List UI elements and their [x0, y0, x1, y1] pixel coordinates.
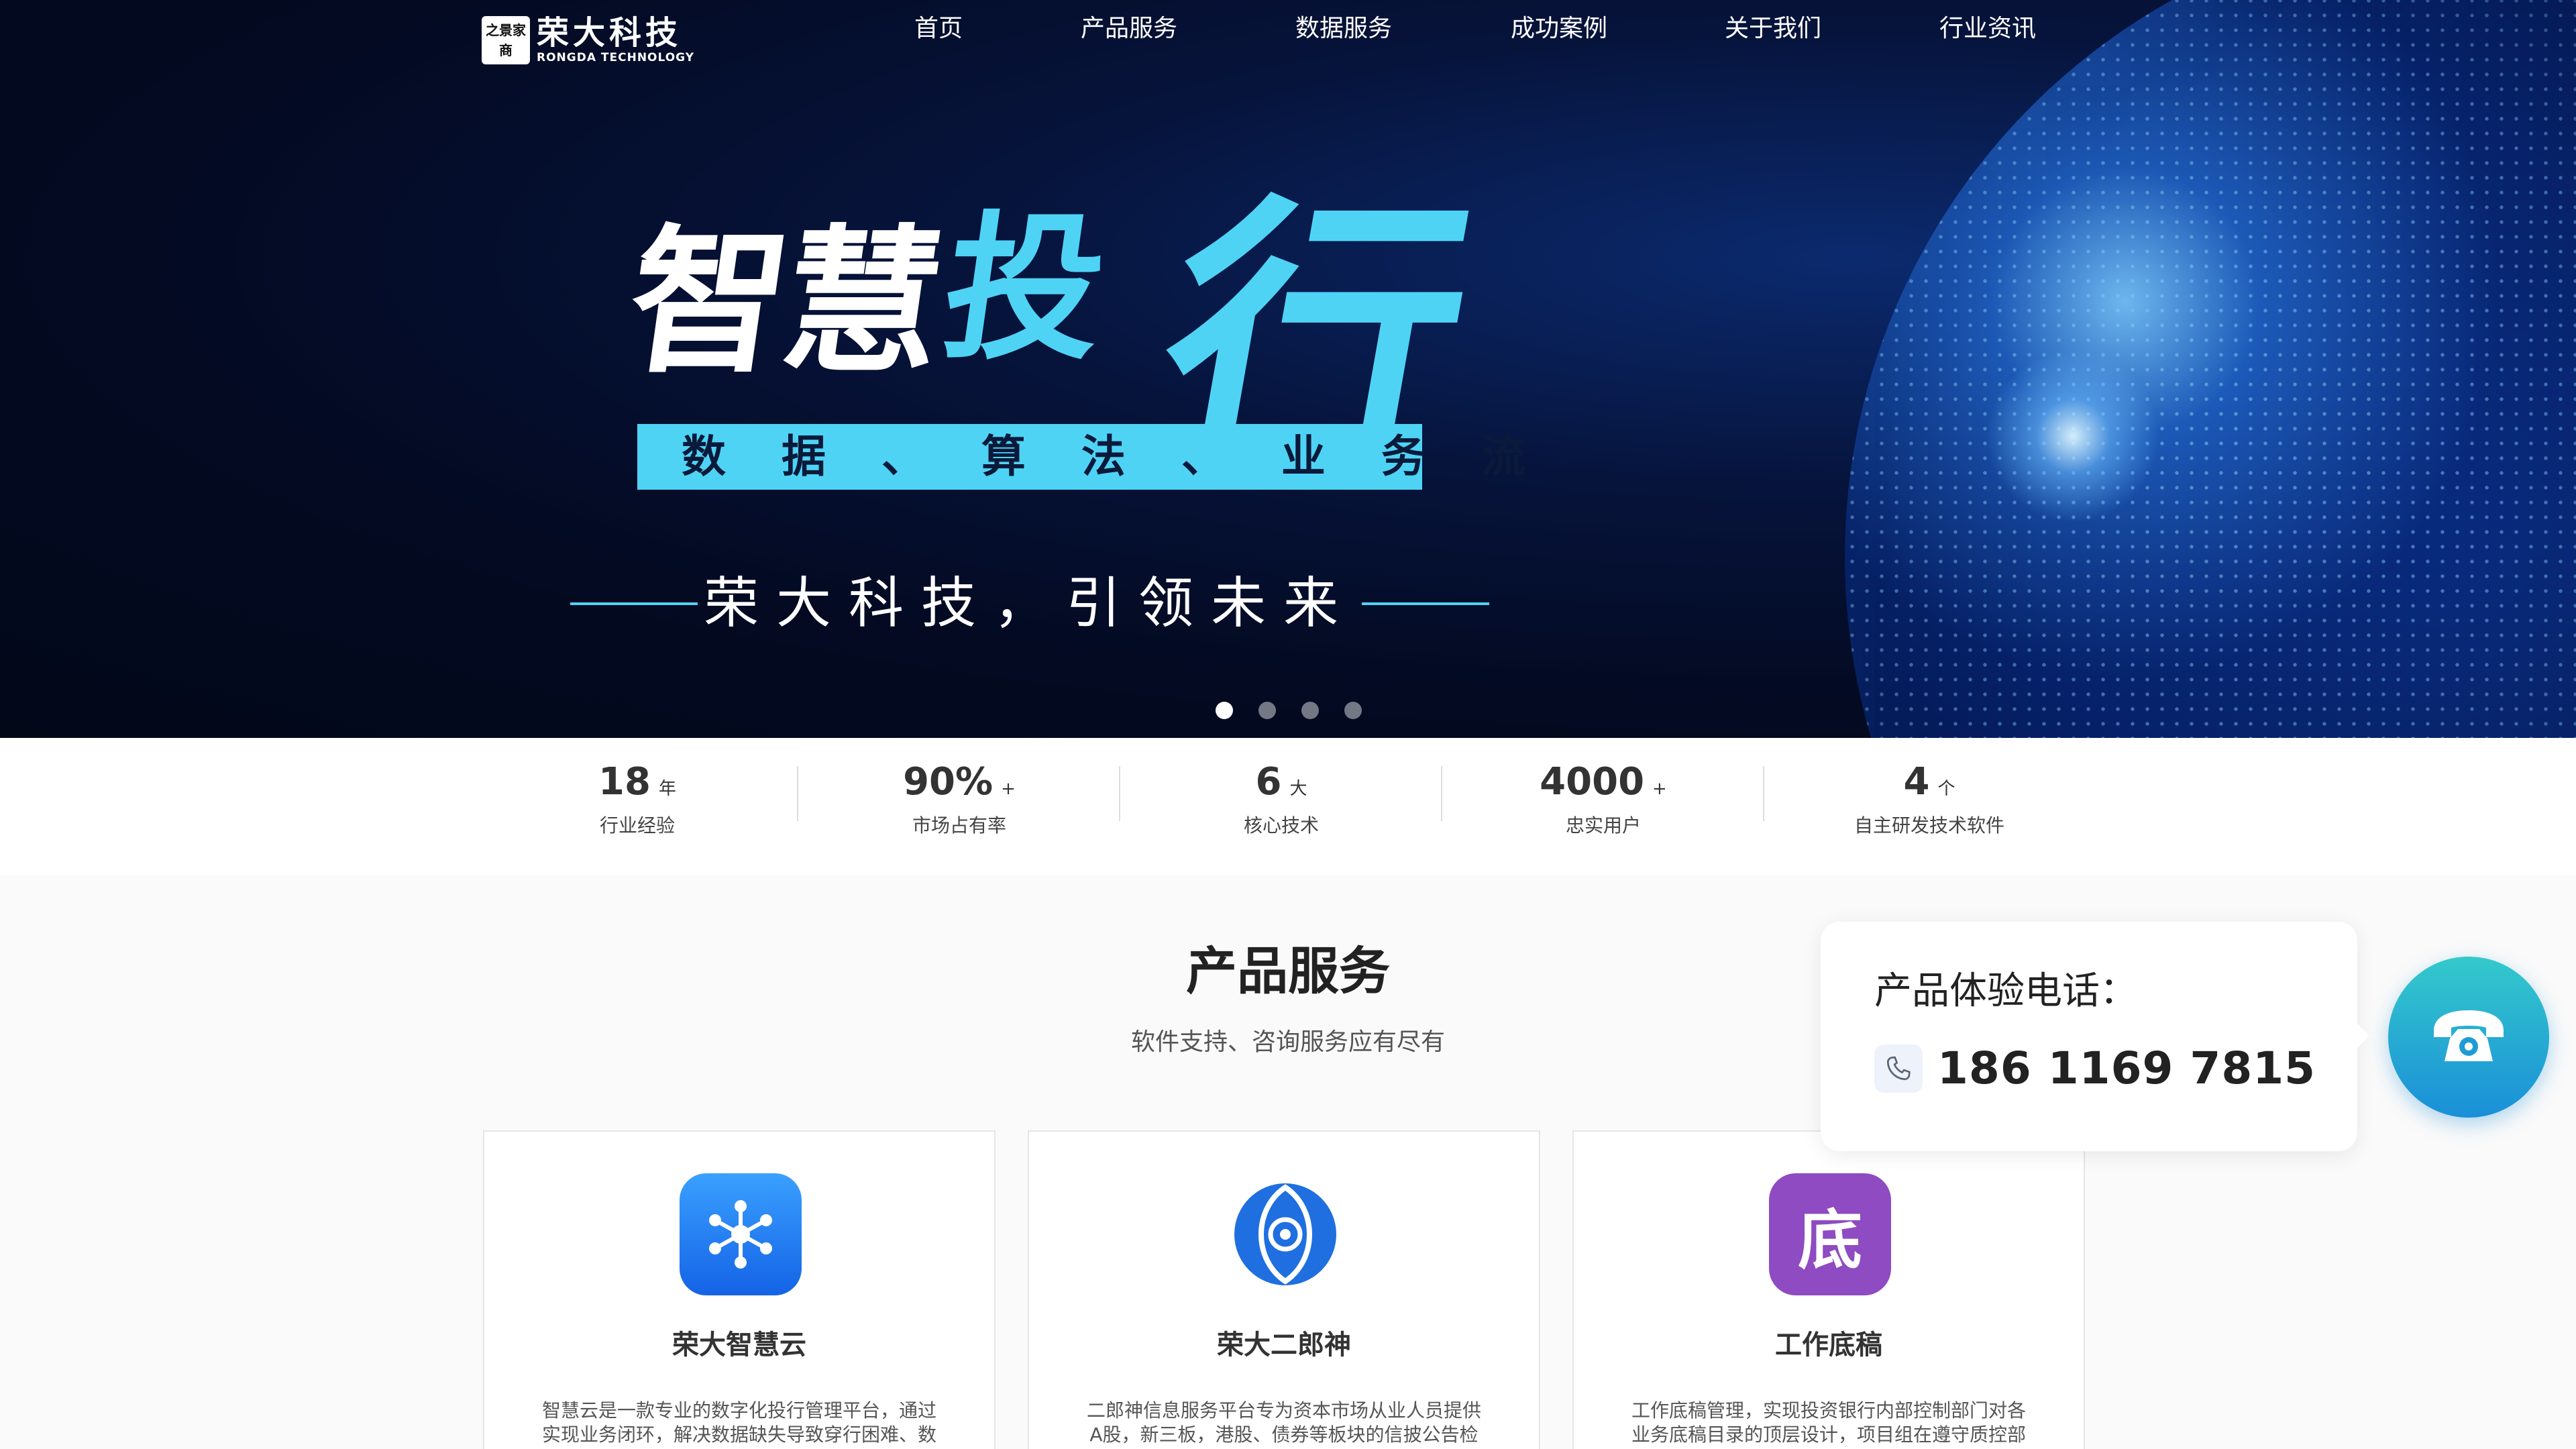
stats-bar: 18 年 行业经验 90% + 市场占有率 6大 核心技术 4000 + 忠实用户 4…	[0, 738, 2576, 875]
di-char-icon: 底	[1769, 1173, 1891, 1295]
stat-experience: 18 年 行业经验	[476, 758, 798, 859]
top-nav: 之景 家商 荣大科技 RONGDA TECHNOLOGY 首页 产品服务 数据服…	[0, 0, 2576, 64]
stat-value: 18	[598, 760, 651, 804]
contact-phone-number[interactable]: 186 1169 7815	[1937, 1040, 2316, 1097]
tagline-text: 荣大科技，引领未来	[703, 572, 1356, 635]
stat-label: 行业经验	[599, 814, 675, 837]
product-card-erlangshen[interactable]: 荣大二郎神 二郎神信息服务平台专为资本市场从业人员提供A股，新三板，港股、债券等…	[1028, 1130, 1540, 1449]
card-title: 荣大二郎神	[1217, 1330, 1351, 1360]
stat-label: 核心技术	[1243, 814, 1319, 837]
stat-label: 市场占有率	[912, 814, 1006, 837]
hero-band: 数 据 、 算 法 、 业 务 流	[637, 424, 1525, 490]
card-description: 二郎神信息服务平台专为资本市场从业人员提供A股，新三板，港股、债券等板块的信披公…	[1086, 1399, 1481, 1446]
stat-label: 自主研发技术软件	[1854, 814, 2004, 837]
tagline-rule-right	[1362, 602, 1489, 605]
eye-icon	[1224, 1173, 1346, 1295]
stat-unit: 个	[1937, 779, 1955, 799]
nav-item-home[interactable]: 首页	[914, 12, 963, 46]
nav-links: 首页 产品服务 数据服务 成功案例 关于我们 行业资讯	[0, 12, 2576, 46]
tagline-rule-left	[570, 602, 698, 605]
nav-item-cases[interactable]: 成功案例	[1511, 12, 1607, 46]
contact-phone-row: 186 1169 7815	[1874, 1040, 2316, 1097]
hero-title-cyan-1: 投	[932, 196, 1114, 381]
card-title: 荣大智慧云	[672, 1330, 806, 1360]
hero-banner: 之景 家商 荣大科技 RONGDA TECHNOLOGY 首页 产品服务 数据服…	[0, 0, 2576, 738]
hero-title-white: 智慧	[617, 209, 951, 394]
carousel-dot[interactable]	[1301, 702, 1319, 719]
card-description: 智慧云是一款专业的数字化投行管理平台，通过实现业务闭环，解决数据缺失导致穿行困难…	[541, 1399, 936, 1446]
nav-item-data-services[interactable]: 数据服务	[1295, 12, 1392, 46]
product-card-cloud[interactable]: 荣大智慧云 智慧云是一款专业的数字化投行管理平台，通过实现业务闭环，解决数据缺失…	[483, 1130, 996, 1449]
product-card-working-papers[interactable]: 底 工作底稿 工作底稿管理，实现投资银行内部控制部门对各业务底稿目录的顶层设计，…	[1572, 1130, 2085, 1449]
nav-item-news[interactable]: 行业资讯	[1939, 12, 2036, 46]
contact-popover: 产品体验电话： 186 1169 7815	[1821, 922, 2369, 1151]
stat-unit: 年	[658, 779, 676, 799]
stat-unit: 大	[1289, 779, 1307, 799]
stat-users: 4000 + 忠实用户	[1442, 758, 1764, 859]
nav-item-about[interactable]: 关于我们	[1725, 12, 1821, 46]
stat-value: 4000	[1540, 760, 1645, 804]
stat-value: 6	[1255, 760, 1282, 804]
card-description: 工作底稿管理，实现投资银行内部控制部门对各业务底稿目录的顶层设计，项目组在遵守质…	[1631, 1399, 2026, 1446]
logo-subtitle: RONGDA TECHNOLOGY	[537, 51, 695, 64]
stat-value: 90%	[903, 760, 994, 804]
phone-icon	[1874, 1044, 1923, 1093]
stat-unit: +	[1001, 779, 1016, 799]
contact-label: 产品体验电话：	[1874, 969, 2137, 1013]
globe-graphic	[1845, 0, 2576, 738]
carousel-dot[interactable]	[1216, 702, 1233, 719]
stat-label: 忠实用户	[1565, 814, 1641, 837]
nav-item-products[interactable]: 产品服务	[1081, 12, 1177, 46]
carousel-dot[interactable]	[1258, 702, 1276, 719]
call-button[interactable]	[2388, 957, 2549, 1118]
network-nodes-icon	[680, 1173, 802, 1295]
stat-value: 4	[1903, 760, 1930, 804]
globe-flare	[1986, 349, 2160, 523]
stat-divider	[1763, 766, 1764, 821]
carousel-dot[interactable]	[1344, 702, 1362, 719]
telephone-icon	[2434, 1010, 2504, 1061]
stat-unit: +	[1652, 779, 1667, 799]
stat-software: 4个 自主研发技术软件	[1768, 758, 2090, 859]
hero-tagline: 荣大科技，引领未来	[570, 574, 1489, 634]
stat-core-tech: 6大 核心技术	[1120, 758, 1442, 859]
stat-market-share: 90% + 市场占有率	[798, 758, 1120, 859]
card-title: 工作底稿	[1775, 1330, 1882, 1360]
carousel-dots	[1216, 702, 1362, 719]
